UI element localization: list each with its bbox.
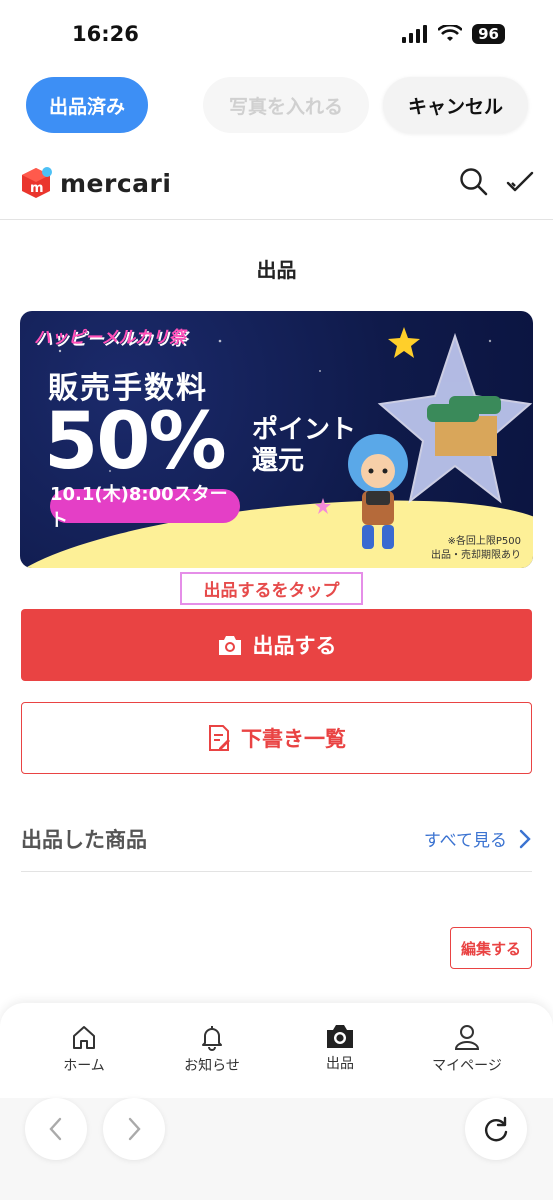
browser-toolbar xyxy=(0,1098,553,1200)
banner-percent: 50% xyxy=(44,397,227,487)
mercari-logo-mark-icon: m xyxy=(20,166,52,200)
chevron-right-icon xyxy=(128,1117,141,1141)
mercari-logo[interactable]: m mercari xyxy=(20,166,171,200)
gold-star-icon xyxy=(388,327,420,358)
nav-item-notifications[interactable]: お知らせ xyxy=(162,1023,262,1075)
banner-note: ※各回上限P500 出品・売却期限あり xyxy=(431,535,521,562)
banner-point-label: ポイント 還元 xyxy=(252,415,356,477)
bell-icon xyxy=(202,1026,222,1051)
listed-button[interactable]: 出品済み xyxy=(26,77,148,133)
header-divider xyxy=(0,219,553,220)
section-divider xyxy=(21,871,532,872)
search-icon[interactable] xyxy=(458,166,490,198)
status-time: 16:26 xyxy=(72,22,139,46)
list-item-label: 出品する xyxy=(252,634,337,658)
wifi-icon xyxy=(438,25,463,41)
tap-hint-label: 出品するをタップ xyxy=(180,572,363,605)
page-title: 出品 xyxy=(256,258,297,282)
drafts-button[interactable]: 下書き一覧 xyxy=(21,702,532,774)
see-all-link[interactable]: すべて見る xyxy=(424,826,531,851)
banner-note-line2: 出品・売却期限あり xyxy=(431,549,521,561)
banner-note-line1: ※各回上限P500 xyxy=(447,536,522,547)
banner-point-line1: ポイント xyxy=(252,415,357,445)
listed-items-title: 出品した商品 xyxy=(21,828,147,852)
cellular-signal-icon xyxy=(402,25,428,43)
draft-document-icon xyxy=(209,725,230,751)
browser-forward-button[interactable] xyxy=(103,1098,165,1160)
camera-icon xyxy=(327,1025,353,1048)
checklist-icon[interactable] xyxy=(504,166,536,198)
nav-label-mypage: マイページ xyxy=(432,1058,502,1074)
browser-reload-button[interactable] xyxy=(465,1098,527,1160)
list-item-button[interactable]: 出品する xyxy=(21,609,532,681)
browser-back-button[interactable] xyxy=(25,1098,87,1160)
add-photo-button[interactable]: 写真を入れる xyxy=(203,77,369,133)
pink-star-icon xyxy=(315,498,331,514)
banner-campaign-title: ハッピーメルカリ祭 xyxy=(34,328,186,348)
svg-text:m: m xyxy=(30,181,44,196)
reload-icon xyxy=(485,1116,508,1142)
chevron-left-icon xyxy=(49,1117,62,1141)
banner-point-line2: 還元 xyxy=(252,446,305,477)
campaign-banner[interactable]: ハッピーメルカリ祭 販売手数料 50% ポイント 還元 10.1(木)8:00ス… xyxy=(20,311,533,568)
nav-item-home[interactable]: ホーム xyxy=(34,1023,134,1075)
nav-item-sell[interactable]: 出品 xyxy=(290,1023,390,1073)
battery-indicator: 96 xyxy=(472,24,505,44)
status-icons: 96 xyxy=(402,24,505,44)
edit-button[interactable]: 編集する xyxy=(450,927,532,969)
home-icon xyxy=(73,1026,95,1049)
bottom-nav: ホーム お知らせ 出品 マイページ xyxy=(0,1003,553,1098)
user-icon xyxy=(454,1025,480,1050)
logo-text: mercari xyxy=(60,168,172,198)
chevron-right-icon xyxy=(519,829,531,848)
nav-label-sell: 出品 xyxy=(326,1056,354,1072)
see-all-label: すべて見る xyxy=(423,831,507,851)
nav-item-mypage[interactable]: マイページ xyxy=(417,1023,517,1075)
nav-label-notifications: お知らせ xyxy=(184,1058,240,1074)
banner-date-badge: 10.1(木)8:00スタート xyxy=(50,484,240,531)
drafts-label: 下書き一覧 xyxy=(241,727,346,751)
camera-icon xyxy=(218,636,241,655)
nav-label-home: ホーム xyxy=(63,1058,105,1074)
cancel-button[interactable]: キャンセル xyxy=(383,77,528,133)
